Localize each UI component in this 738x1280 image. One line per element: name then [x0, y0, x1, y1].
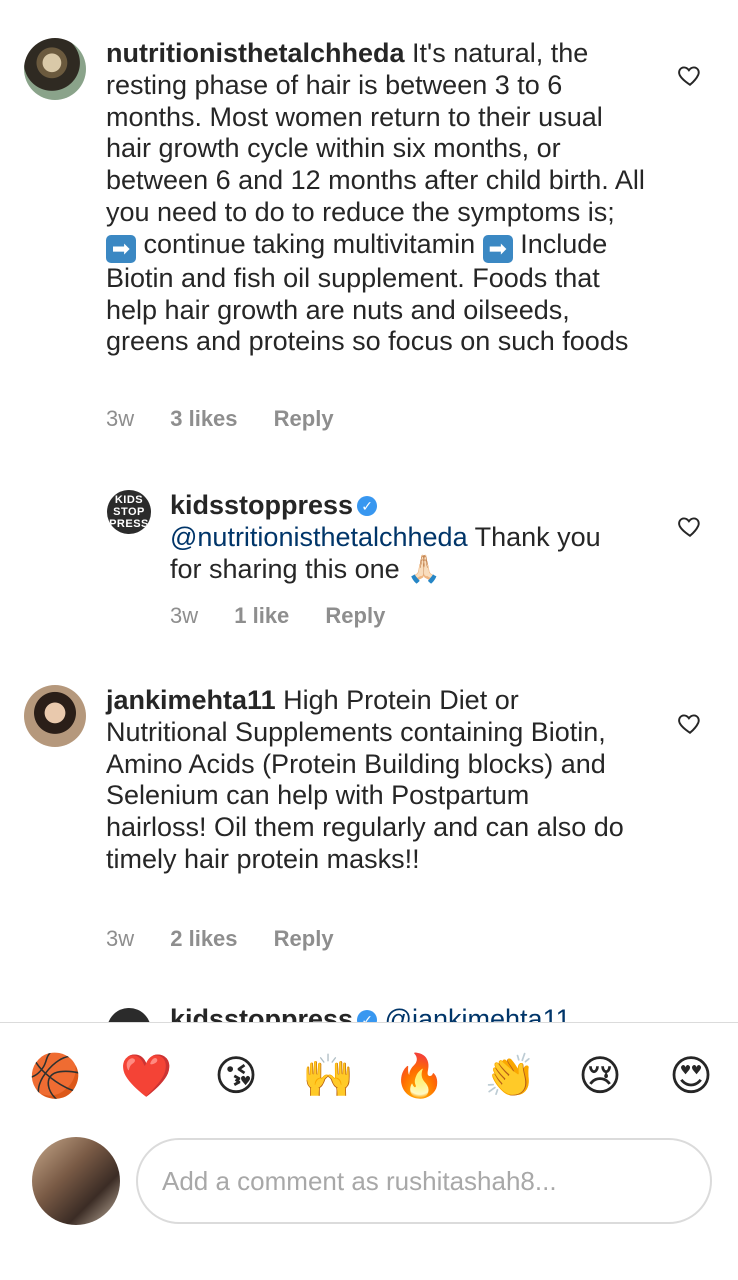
heart-icon[interactable] — [677, 513, 703, 539]
crying-emoji-button[interactable]: 😢 — [575, 1051, 625, 1101]
fire-emoji-button[interactable]: 🔥 — [393, 1051, 445, 1101]
comment-time: 3w — [106, 406, 135, 431]
right-arrow-icon: ➡ — [482, 234, 513, 263]
folded-hands-icon: 🙏🏻 — [407, 553, 441, 584]
comment-likes[interactable]: 3 likes — [170, 406, 237, 431]
comment-meta: 3w 3 likes Reply — [106, 406, 364, 432]
avatar[interactable] — [24, 685, 86, 747]
comment-input[interactable] — [136, 1138, 712, 1224]
comments-list: nutritionisthetalchheda It's natural, th… — [0, 0, 738, 1022]
avatar[interactable] — [24, 38, 86, 100]
comment-body: kidsstoppress ✓ @jankimehta11 — [170, 1004, 690, 1022]
avatar-text: KIDS — [114, 494, 144, 506]
comment-meta: 3w 1 like Reply — [170, 603, 415, 629]
right-arrow-icon: ➡ — [106, 234, 136, 263]
comment-username[interactable]: nutritionisthetalchheda — [106, 38, 405, 68]
avatar-text: STOP — [113, 506, 145, 518]
comment-time: 3w — [106, 926, 135, 951]
raised-hands-emoji-button[interactable]: 🙌 — [302, 1051, 354, 1101]
avatar-text: PRESS — [109, 518, 149, 530]
comment-meta: 3w 2 likes Reply — [106, 926, 364, 952]
verified-badge-icon: ✓ — [357, 496, 378, 516]
comment-username[interactable]: kidsstoppress — [170, 490, 353, 520]
reply-button[interactable]: Reply — [325, 603, 385, 628]
heart-emoji-button[interactable]: ❤️ — [120, 1051, 172, 1101]
heart-eyes-emoji-button[interactable]: 😍 — [666, 1051, 716, 1101]
avatar[interactable] — [107, 1008, 151, 1022]
reply-button[interactable]: Reply — [274, 926, 334, 951]
verified-badge-icon: ✓ — [357, 1010, 378, 1022]
heart-icon[interactable] — [677, 710, 703, 736]
clapping-emoji-button[interactable]: 👏 — [484, 1051, 536, 1101]
comment-username[interactable]: kidsstoppress — [170, 1004, 353, 1022]
mention-link[interactable]: @jankimehta11 — [385, 1004, 571, 1022]
comment-time: 3w — [170, 603, 199, 628]
avatar[interactable]: KIDS STOP PRESS — [107, 490, 151, 534]
comment-username[interactable]: jankimehta11 — [106, 685, 276, 715]
heart-icon[interactable] — [677, 62, 703, 88]
comment-likes[interactable]: 1 like — [234, 603, 289, 628]
mention-link[interactable]: @nutritionisthetalchheda — [170, 522, 468, 552]
emoji-quick-bar: 🏀 ❤️ 😘 🙌 🔥 👏 😢 😍 — [0, 1023, 738, 1133]
current-user-avatar — [32, 1137, 120, 1225]
reply-button[interactable]: Reply — [274, 406, 334, 431]
basketball-emoji-button[interactable]: 🏀 — [29, 1051, 81, 1101]
comment-likes[interactable]: 2 likes — [170, 926, 237, 951]
comment-text: continue taking multivitamin — [143, 228, 483, 259]
comment-body: jankimehta11 High Protein Diet or Nutrit… — [106, 685, 626, 876]
comment-body: nutritionisthetalchheda It's natural, th… — [106, 38, 646, 358]
kiss-emoji-button[interactable]: 😘 — [211, 1051, 261, 1101]
comment-body: kidsstoppress ✓ @nutritionisthetalchheda … — [170, 490, 630, 585]
